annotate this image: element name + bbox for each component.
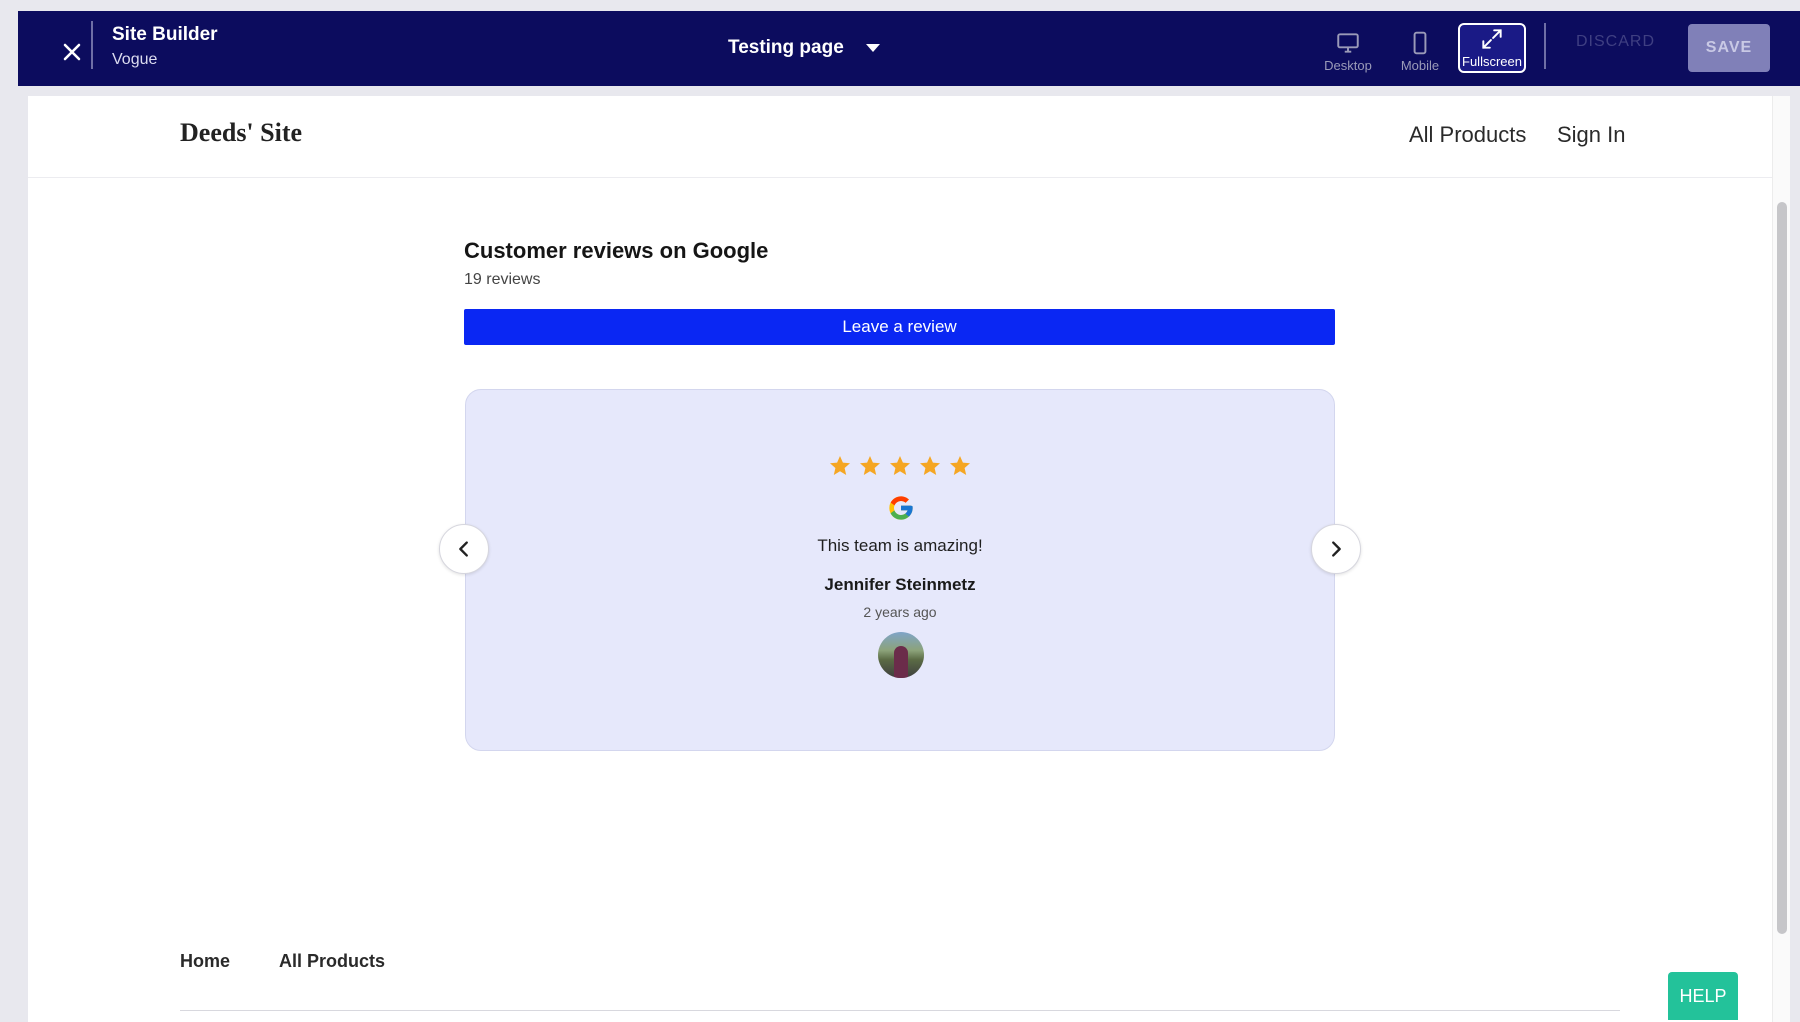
carousel-next-button[interactable] bbox=[1311, 524, 1361, 574]
fullscreen-icon bbox=[1479, 26, 1505, 52]
site-preview: Deeds' Site All Products Sign In Custome… bbox=[28, 96, 1772, 1022]
close-icon bbox=[63, 43, 81, 61]
star-icon bbox=[828, 454, 852, 478]
footer-all-products-link[interactable]: All Products bbox=[279, 951, 385, 972]
view-fullscreen-button[interactable]: Fullscreen bbox=[1458, 23, 1526, 73]
star-icon bbox=[888, 454, 912, 478]
reviews-title: Customer reviews on Google bbox=[464, 238, 769, 263]
google-icon bbox=[887, 494, 915, 522]
site-brand[interactable]: Deeds' Site bbox=[180, 118, 302, 148]
view-mobile-label: Mobile bbox=[1400, 58, 1440, 73]
view-desktop-label: Desktop bbox=[1324, 58, 1372, 73]
nav-sign-in[interactable]: Sign In bbox=[1557, 122, 1626, 148]
review-text: This team is amazing! bbox=[817, 536, 983, 555]
app-title: Site Builder bbox=[112, 24, 218, 45]
page-selector[interactable]: Testing page bbox=[728, 35, 880, 61]
review-card: This team is amazing! Jennifer Steinmetz… bbox=[465, 389, 1335, 751]
help-button[interactable]: HELP bbox=[1668, 972, 1738, 1020]
caret-down-icon bbox=[865, 44, 880, 52]
site-header: Deeds' Site All Products Sign In bbox=[28, 96, 1772, 178]
toolbar-divider bbox=[1544, 23, 1546, 69]
theme-name: Vogue bbox=[112, 51, 158, 68]
view-desktop-button[interactable]: Desktop bbox=[1318, 23, 1378, 73]
discard-button[interactable]: DISCARD bbox=[1576, 33, 1655, 51]
page-selector-label: Testing page bbox=[728, 37, 844, 58]
close-button[interactable] bbox=[58, 38, 86, 66]
footer-home-link[interactable]: Home bbox=[180, 951, 230, 972]
chevron-right-icon bbox=[1332, 541, 1341, 557]
desktop-icon bbox=[1335, 30, 1361, 56]
reviews-count: 19 reviews bbox=[464, 271, 541, 288]
save-button[interactable]: SAVE bbox=[1688, 24, 1770, 72]
star-icon bbox=[918, 454, 942, 478]
carousel-prev-button[interactable] bbox=[439, 524, 489, 574]
reviewer-name: Jennifer Steinmetz bbox=[824, 575, 976, 594]
site-builder-toolbar: Site Builder Vogue Testing page Desktop … bbox=[18, 11, 1800, 86]
scrollbar-thumb[interactable] bbox=[1777, 202, 1787, 934]
star-rating bbox=[466, 454, 1334, 478]
leave-review-button[interactable]: Leave a review bbox=[464, 309, 1335, 345]
preview-scrollbar[interactable] bbox=[1772, 96, 1790, 1022]
mobile-icon bbox=[1407, 30, 1433, 56]
star-icon bbox=[858, 454, 882, 478]
star-icon bbox=[948, 454, 972, 478]
view-fullscreen-label: Fullscreen bbox=[1462, 54, 1522, 69]
nav-all-products[interactable]: All Products bbox=[1409, 122, 1526, 148]
chevron-left-icon bbox=[459, 541, 468, 557]
footer-divider bbox=[180, 1010, 1620, 1011]
toolbar-divider bbox=[91, 21, 93, 69]
reviewer-avatar bbox=[878, 632, 924, 678]
view-mobile-button[interactable]: Mobile bbox=[1390, 23, 1450, 73]
review-time: 2 years ago bbox=[863, 604, 937, 620]
